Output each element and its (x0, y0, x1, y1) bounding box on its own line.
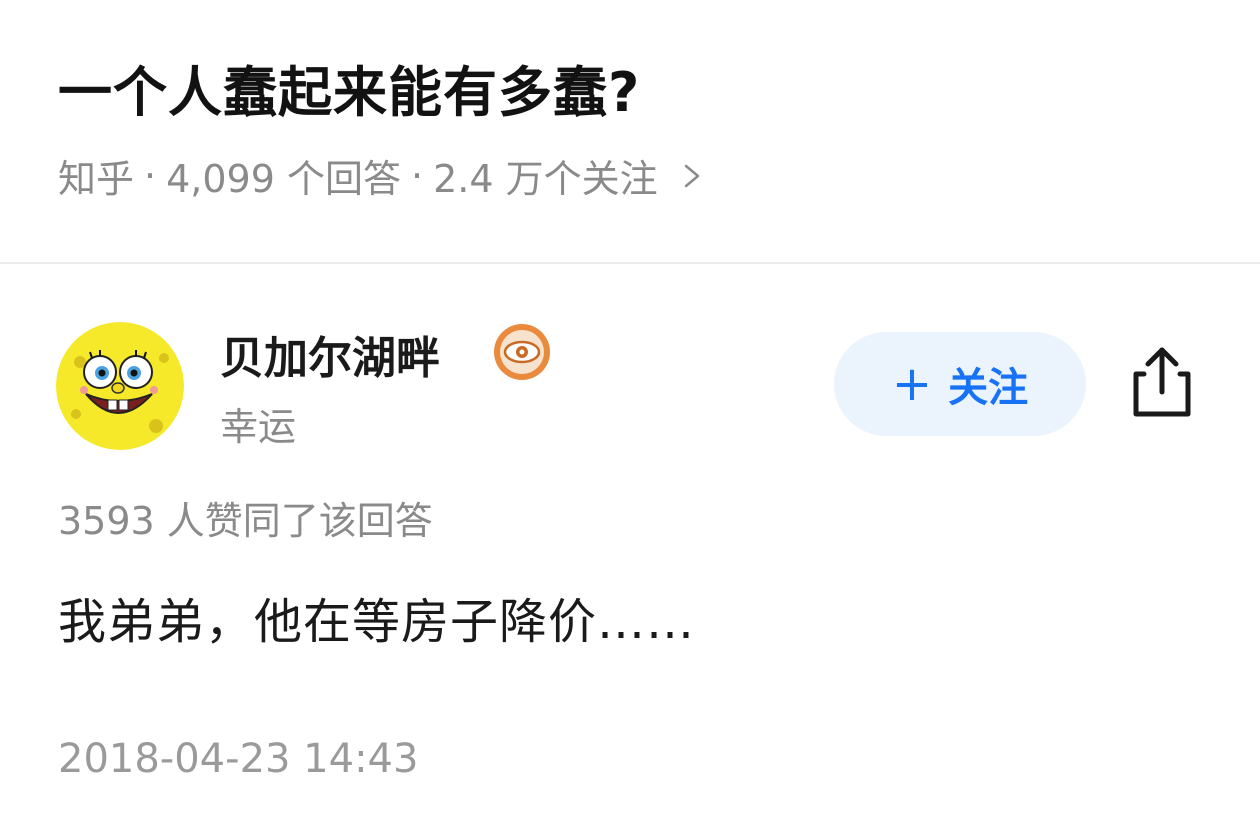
author-name[interactable]: 贝加尔湖畔 (220, 322, 440, 386)
answer-count: 4,099 个回答 (166, 157, 401, 201)
follower-count: 2.4 万个关注 (433, 157, 658, 201)
author-headline: 幸运 (220, 405, 297, 449)
question-title[interactable]: 一个人蠢起来能有多蠢? (58, 48, 640, 127)
meta-separator: · (410, 153, 424, 198)
source-label: 知乎 (58, 157, 135, 201)
answer-content[interactable]: 我弟弟，他在等房子降价…… (58, 582, 695, 652)
section-divider (0, 262, 1260, 264)
follow-label: 关注 (948, 365, 1029, 411)
vote-count: 3593 人赞同了该回答 (58, 499, 433, 543)
avatar[interactable] (56, 322, 184, 450)
share-icon[interactable] (1128, 342, 1196, 420)
spongebob-avatar-icon (56, 322, 184, 450)
meta-separator: · (144, 153, 157, 198)
question-meta[interactable]: 知乎 · 4,099 个回答 · 2.4 万个关注 (58, 148, 704, 203)
answer-date: 2018-04-23 14:43 (58, 736, 419, 782)
eye-badge-icon[interactable] (492, 322, 552, 382)
follow-button[interactable]: + 关注 (834, 332, 1086, 436)
plus-icon: + (891, 356, 933, 412)
chevron-right-icon[interactable] (680, 161, 704, 191)
